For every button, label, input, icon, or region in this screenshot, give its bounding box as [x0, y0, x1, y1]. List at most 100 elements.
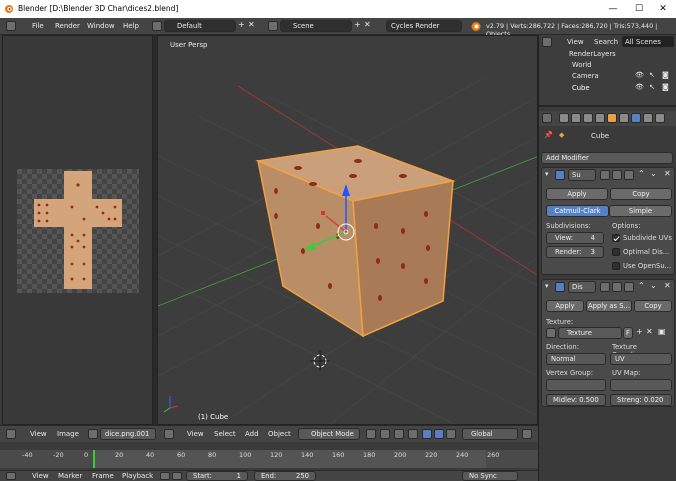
texture-browse-icon[interactable] [546, 328, 556, 338]
manipulator-icon[interactable] [408, 429, 418, 439]
pivot-icon[interactable] [380, 429, 390, 439]
render-subdivisions-field[interactable]: Render: 3 [546, 246, 604, 258]
scene-icon[interactable] [268, 21, 278, 31]
displace-display-render-icon[interactable] [624, 282, 634, 292]
image-browse-icon[interactable] [88, 429, 98, 439]
3d-menu-add[interactable]: Add [245, 430, 259, 438]
add-modifier-dropdown[interactable]: Add Modifier [541, 152, 673, 164]
displace-apply-button[interactable]: Apply [546, 300, 584, 312]
subsurf-apply-button[interactable]: Apply [546, 188, 608, 200]
maximize-button[interactable]: ☐ [626, 0, 652, 18]
outliner-tab-all-scenes[interactable]: All Scenes [622, 36, 674, 47]
keying-icon[interactable] [172, 472, 182, 480]
texture-coordinates-dropdown[interactable]: UV [610, 353, 672, 365]
tab-simple[interactable]: Simple [609, 205, 672, 217]
timeline-menu-playback[interactable]: Playback [122, 472, 153, 480]
world-tab-icon[interactable] [595, 113, 605, 123]
properties-type-icon[interactable] [542, 113, 552, 123]
subsurf-move-down-icon[interactable]: ⌄ [650, 169, 657, 178]
rotate-manipulator-icon[interactable] [434, 429, 444, 439]
uv-editor-type-icon[interactable] [6, 429, 16, 439]
scene-selector[interactable]: Scene [280, 20, 352, 32]
3d-menu-select[interactable]: Select [214, 430, 236, 438]
outliner-tab-view[interactable]: View [567, 38, 584, 46]
menu-window[interactable]: Window [87, 22, 115, 30]
render-tab-icon[interactable] [559, 113, 569, 123]
menu-help[interactable]: Help [123, 22, 139, 30]
texture-new-icon[interactable]: + [636, 327, 643, 336]
object-mode-dropdown[interactable]: Object Mode [298, 428, 360, 440]
layers-tab-icon[interactable] [571, 113, 581, 123]
cube-select-arrow-icon[interactable]: ↖ [649, 83, 655, 91]
pin-icon[interactable]: 📌 [544, 131, 553, 139]
shading-icon[interactable] [366, 429, 376, 439]
object-tab-icon[interactable] [607, 113, 617, 123]
snap-icon[interactable] [394, 429, 404, 439]
texture-properties-icon[interactable]: ▣ [658, 327, 666, 336]
use-opensubdiv-checkbox[interactable] [612, 262, 620, 270]
remove-scene-icon[interactable]: ✕ [364, 20, 371, 29]
midlevel-field[interactable]: Midlev: 0.500 [546, 394, 606, 406]
remove-layout-icon[interactable]: ✕ [248, 20, 255, 29]
menu-file[interactable]: File [32, 22, 44, 30]
subsurf-move-up-icon[interactable]: ⌃ [638, 169, 645, 178]
current-frame-indicator[interactable] [93, 450, 95, 468]
layout-selector[interactable]: Default [164, 20, 236, 32]
strength-field[interactable]: Streng: 0.020 [610, 394, 672, 406]
displace-apply-as-shape-button[interactable]: Apply as S... [586, 300, 632, 312]
data-tab-icon[interactable] [643, 113, 653, 123]
start-frame-field[interactable]: Start: 1 [186, 471, 248, 481]
constraints-tab-icon[interactable] [619, 113, 629, 123]
close-button[interactable]: ✕ [650, 0, 676, 18]
outliner-item-renderlayers[interactable]: RenderLayers [569, 49, 616, 60]
cube-render-icon[interactable]: ◙ [662, 83, 669, 91]
modifiers-tab-icon[interactable] [631, 113, 641, 123]
texture-name-field[interactable]: Texture [558, 327, 622, 339]
add-layout-icon[interactable]: + [238, 20, 245, 29]
subsurf-copy-button[interactable]: Copy [610, 188, 672, 200]
view-subdivisions-field[interactable]: View: 4 [546, 232, 604, 244]
tab-catmull-clark[interactable]: Catmull-Clark [546, 205, 609, 217]
3d-editor-type-icon[interactable] [164, 429, 174, 439]
render-engine-selector[interactable]: Cycles Render [386, 20, 462, 32]
menu-render[interactable]: Render [55, 22, 80, 30]
add-scene-icon[interactable]: + [354, 20, 361, 29]
outliner[interactable]: View Search All Scenes RenderLayers Worl… [539, 35, 676, 107]
scene-tab-icon[interactable] [583, 113, 593, 123]
outliner-item-camera[interactable]: Camera [572, 71, 599, 82]
translate-manipulator-icon[interactable] [422, 429, 432, 439]
camera-select-arrow-icon[interactable]: ↖ [649, 71, 655, 79]
uv-menu-image[interactable]: Image [57, 430, 79, 438]
direction-dropdown[interactable]: Normal [546, 353, 606, 365]
minimize-button[interactable]: — [600, 0, 626, 18]
end-frame-field[interactable]: End: 250 [254, 471, 316, 481]
scale-manipulator-icon[interactable] [446, 429, 456, 439]
3d-menu-object[interactable]: Object [268, 430, 291, 438]
3d-viewport[interactable]: User Persp (1) Cube [157, 35, 538, 425]
record-icon[interactable] [160, 472, 170, 480]
image-name-field[interactable]: dice.png.001 [100, 428, 156, 440]
subsurf-display-render-icon[interactable] [624, 170, 634, 180]
outliner-type-icon[interactable] [542, 37, 552, 47]
subsurf-display-viewport-icon[interactable] [612, 170, 622, 180]
timeline-type-icon[interactable] [6, 472, 16, 480]
sync-mode-dropdown[interactable]: No Sync [462, 471, 518, 481]
displace-copy-button[interactable]: Copy [634, 300, 672, 312]
timeline-ruler[interactable]: -40 -20 0 20 40 60 80 100 120 140 160 180 200 220 240 2… [0, 450, 538, 468]
texture-fake-user-button[interactable]: F [623, 327, 633, 339]
editor-type-icon[interactable] [6, 21, 16, 31]
transform-orientation-dropdown[interactable]: Global [462, 428, 518, 440]
outliner-item-world[interactable]: World [572, 60, 591, 71]
texture-unlink-icon[interactable]: ✕ [646, 327, 653, 336]
displace-display-viewport-icon[interactable] [612, 282, 622, 292]
timeline-menu-marker[interactable]: Marker [58, 472, 82, 480]
displace-move-down-icon[interactable]: ⌄ [650, 281, 657, 290]
camera-render-icon[interactable]: ◙ [662, 71, 669, 79]
subsurf-name-field[interactable]: Su [568, 169, 596, 181]
timeline-menu-view[interactable]: View [32, 472, 49, 480]
collapse-arrow-icon[interactable]: ▾ [545, 282, 549, 290]
subdivide-uvs-checkbox[interactable] [612, 234, 620, 242]
vertex-group-field[interactable] [546, 379, 606, 391]
displace-remove-icon[interactable]: ✕ [664, 281, 671, 290]
displace-display-editmode-icon[interactable] [600, 282, 610, 292]
